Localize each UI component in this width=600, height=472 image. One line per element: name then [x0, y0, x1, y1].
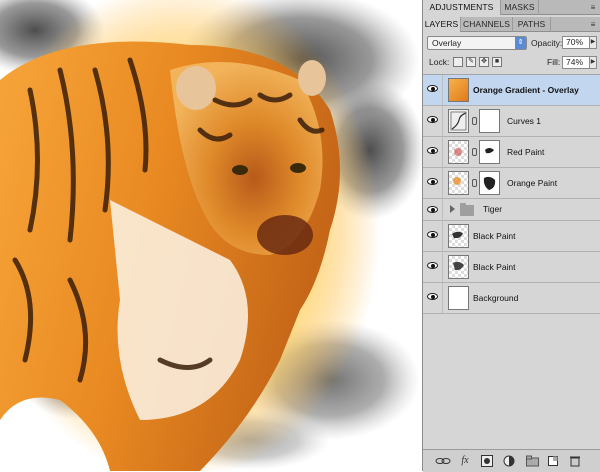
- layer-group-tiger[interactable]: Tiger: [423, 199, 600, 221]
- curves-adjustment-icon: [448, 109, 469, 133]
- folder-icon: [460, 203, 474, 216]
- tab-adjustments[interactable]: ADJUSTMENTS: [423, 0, 501, 15]
- blend-mode-value: Overlay: [432, 38, 462, 48]
- fill-label: Fill:: [547, 57, 561, 67]
- tab-masks[interactable]: MASKS: [501, 0, 539, 15]
- blend-mode-select[interactable]: Overlay ⇕: [427, 36, 527, 50]
- fx-icon[interactable]: fx: [457, 455, 473, 467]
- panel-menu-icon[interactable]: ≡: [587, 2, 599, 13]
- layer-mask-thumbnail: [479, 171, 500, 195]
- layers-panel: ADJUSTMENTS MASKS ≡ LAYERS CHANNELS PATH…: [422, 0, 600, 472]
- mask-link-icon[interactable]: [472, 148, 477, 156]
- trash-icon[interactable]: [569, 455, 581, 467]
- lock-label: Lock:: [429, 57, 450, 67]
- layer-name: Background: [473, 293, 519, 303]
- layer-list: Orange Gradient - Overlay Curves 1 Red P: [423, 74, 600, 447]
- layer-background[interactable]: Background: [423, 283, 600, 314]
- visibility-eye-icon[interactable]: [427, 261, 438, 270]
- lock-brush-icon[interactable]: ✎: [466, 57, 476, 67]
- layer-mask-thumbnail: [479, 109, 500, 133]
- visibility-eye-icon[interactable]: [427, 146, 438, 155]
- new-layer-icon[interactable]: [547, 455, 559, 467]
- lock-all-icon[interactable]: ■: [492, 57, 502, 67]
- layer-name: Tiger: [483, 204, 503, 214]
- tab-paths[interactable]: PATHS: [513, 17, 551, 32]
- adjustment-layer-icon[interactable]: [503, 455, 515, 467]
- layer-orange-paint[interactable]: Orange Paint: [423, 168, 600, 199]
- opacity-arrow-icon[interactable]: ▶: [589, 36, 597, 49]
- link-layers-icon[interactable]: [435, 455, 451, 467]
- layers-bottom-toolbar: fx: [423, 449, 600, 472]
- layer-black-paint-2[interactable]: Black Paint: [423, 252, 600, 283]
- layer-name: Black Paint: [473, 262, 516, 272]
- layer-thumbnail: [448, 286, 469, 310]
- layers-menu-icon[interactable]: ≡: [587, 19, 599, 30]
- fill-input[interactable]: 74%: [562, 56, 590, 69]
- lock-transparent-icon[interactable]: [453, 57, 463, 67]
- fill-arrow-icon[interactable]: ▶: [589, 56, 597, 69]
- group-expand-arrow-icon[interactable]: [450, 205, 455, 213]
- mask-link-icon[interactable]: [472, 117, 477, 125]
- opacity-label: Opacity:: [531, 38, 563, 48]
- opacity-input[interactable]: 70%: [562, 36, 590, 49]
- layer-name: Red Paint: [507, 147, 545, 157]
- visibility-eye-icon[interactable]: [427, 177, 438, 186]
- layer-curves-1[interactable]: Curves 1: [423, 106, 600, 137]
- visibility-eye-icon[interactable]: [427, 205, 438, 214]
- layer-orange-gradient-overlay[interactable]: Orange Gradient - Overlay: [423, 75, 600, 106]
- document-canvas[interactable]: [0, 0, 422, 471]
- adjustments-tab-bar: ADJUSTMENTS MASKS ≡: [423, 0, 600, 15]
- layers-tab-bar: LAYERS CHANNELS PATHS ≡: [423, 17, 600, 32]
- layer-mask-thumbnail: [479, 140, 500, 164]
- layer-black-paint-1[interactable]: Black Paint: [423, 221, 600, 252]
- layer-thumbnail: [448, 171, 469, 195]
- layer-name: Black Paint: [473, 231, 516, 241]
- visibility-eye-icon[interactable]: [427, 292, 438, 301]
- tab-channels[interactable]: CHANNELS: [461, 17, 513, 32]
- mask-link-icon[interactable]: [472, 179, 477, 187]
- layer-name: Orange Paint: [507, 178, 558, 188]
- layer-thumbnail: [448, 255, 469, 279]
- chevron-updown-icon: ⇕: [515, 37, 526, 49]
- tab-layers[interactable]: LAYERS: [423, 17, 461, 32]
- layer-name: Curves 1: [507, 116, 542, 126]
- visibility-eye-icon[interactable]: [427, 115, 438, 124]
- layer-thumbnail: [448, 140, 469, 164]
- lock-move-icon[interactable]: ✥: [479, 57, 489, 67]
- visibility-eye-icon[interactable]: [427, 230, 438, 239]
- tiger-artwork: [0, 0, 422, 471]
- visibility-eye-icon[interactable]: [427, 84, 438, 93]
- add-mask-icon[interactable]: [481, 455, 493, 467]
- layer-thumbnail: [448, 224, 469, 248]
- layer-thumbnail: [448, 78, 469, 102]
- layer-name: Orange Gradient - Overlay: [473, 85, 579, 95]
- layer-red-paint[interactable]: Red Paint: [423, 137, 600, 168]
- new-group-icon[interactable]: [526, 455, 539, 467]
